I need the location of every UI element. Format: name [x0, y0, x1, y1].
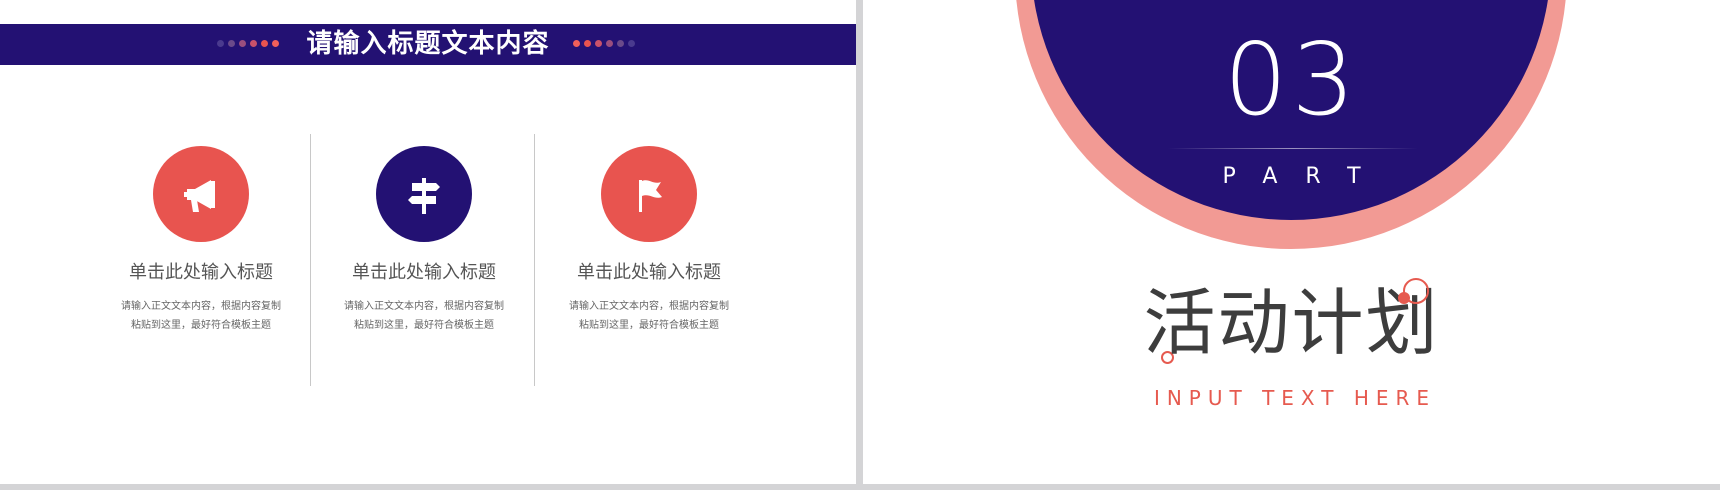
card-title[interactable]: 单击此处输入标题: [534, 258, 764, 284]
part-label[interactable]: PART: [863, 164, 1720, 189]
part-divider-line: [1168, 148, 1418, 149]
decorative-dot: [1398, 292, 1410, 304]
part-number[interactable]: 03: [863, 30, 1720, 130]
card-body-line: 粘贴到这里，最好符合模板主题: [354, 320, 494, 331]
flag-icon[interactable]: [601, 146, 697, 242]
title-bar: 请输入标题文本内容: [0, 24, 856, 65]
decorative-dots-right: [573, 40, 635, 49]
card-body[interactable]: 请输入正文文本内容，根据内容复制 粘贴到这里，最好符合模板主题: [309, 297, 539, 335]
card-body-line: 粘贴到这里，最好符合模板主题: [579, 320, 719, 331]
section-title[interactable]: 活动计划: [863, 278, 1720, 368]
card-title[interactable]: 单击此处输入标题: [309, 258, 539, 284]
signpost-icon[interactable]: [376, 146, 472, 242]
slide-title[interactable]: 请输入标题文本内容: [0, 24, 856, 65]
card-title[interactable]: 单击此处输入标题: [86, 258, 316, 284]
presentation-stage: 请输入标题文本内容 单击此处输入标题 请输入正文文本内容，根据内容复制 粘贴到这…: [0, 0, 1720, 490]
megaphone-icon[interactable]: [153, 146, 249, 242]
section-subtitle[interactable]: INPUT TEXT HERE: [863, 386, 1720, 410]
slide-section-divider[interactable]: 03 PART 活动计划 INPUT TEXT HERE: [863, 0, 1720, 484]
card-body[interactable]: 请输入正文文本内容，根据内容复制 粘贴到这里，最好符合模板主题: [534, 297, 764, 335]
card-body-line: 请输入正文文本内容，根据内容复制: [569, 301, 729, 312]
card-body[interactable]: 请输入正文文本内容，根据内容复制 粘贴到这里，最好符合模板主题: [86, 297, 316, 335]
card-body-line: 请输入正文文本内容，根据内容复制: [121, 301, 281, 312]
card-body-line: 粘贴到这里，最好符合模板主题: [131, 320, 271, 331]
slide-content-three-columns[interactable]: 请输入标题文本内容 单击此处输入标题 请输入正文文本内容，根据内容复制 粘贴到这…: [0, 0, 856, 484]
card-body-line: 请输入正文文本内容，根据内容复制: [344, 301, 504, 312]
